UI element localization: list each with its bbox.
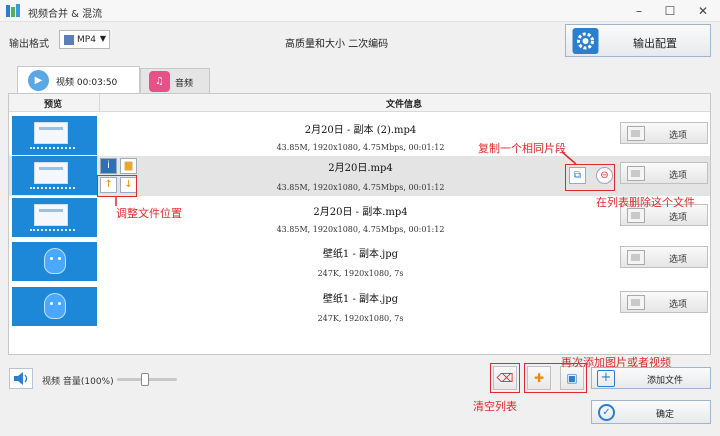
options-icon xyxy=(627,295,645,310)
options-button[interactable]: 选项 xyxy=(620,291,708,313)
options-label: 选项 xyxy=(669,300,688,310)
arrow-icon xyxy=(561,151,577,165)
column-header-file-info: 文件信息 xyxy=(386,100,423,110)
format-icon xyxy=(64,35,74,45)
quality-text: 高质量和大小 二次编码 xyxy=(285,39,389,50)
minimize-button[interactable]: – xyxy=(630,3,648,19)
output-config-button[interactable]: 输出配置 xyxy=(565,24,711,57)
window-title: 视频合并 & 混流 xyxy=(28,9,103,20)
move-buttons-highlight xyxy=(97,175,137,197)
options-label: 选项 xyxy=(669,171,688,181)
chevron-down-icon: ▼ xyxy=(99,34,106,43)
table-row[interactable]: 壁纸1 - 副本.jpg 247K, 1920x1080, 7s 选项 xyxy=(9,242,710,282)
file-info: 43.85M, 1920x1080, 4.75Mbps, 00:01:12 xyxy=(276,143,445,152)
info-icon[interactable]: i xyxy=(100,158,117,174)
music-icon: ♫ xyxy=(149,71,170,92)
file-name: 壁纸1 - 副本.jpg xyxy=(322,294,399,305)
title-bar: 视频合并 & 混流 – ☐ ✕ xyxy=(0,0,720,22)
gear-icon xyxy=(572,28,599,54)
annotation-duplicate: 复制一个相同片段 xyxy=(478,142,566,155)
maximize-button[interactable]: ☐ xyxy=(661,3,679,19)
file-name: 2月20日 - 副本 (2).mp4 xyxy=(304,125,417,136)
app-logo-icon xyxy=(6,4,20,17)
file-info: 247K, 1920x1080, 7s xyxy=(317,269,404,278)
folder-icon[interactable]: ▆ xyxy=(120,158,137,174)
table-header: 预览 文件信息 xyxy=(9,94,710,112)
add-file-button[interactable]: + 添加文件 xyxy=(591,367,711,389)
output-format-value: MP4 xyxy=(77,35,96,45)
confirm-label: 确定 xyxy=(656,410,675,420)
file-info: 43.85M, 1920x1080, 4.75Mbps, 00:01:12 xyxy=(276,225,445,234)
options-label: 选项 xyxy=(669,255,688,265)
check-icon: ✓ xyxy=(598,404,615,421)
options-label: 选项 xyxy=(669,213,688,223)
header-divider xyxy=(99,94,100,112)
close-button[interactable]: ✕ xyxy=(694,3,712,19)
tab-audio-label: 音频 xyxy=(175,79,194,89)
output-format-label: 输出格式 xyxy=(9,39,49,50)
annotation-clear: 清空列表 xyxy=(473,400,517,413)
tab-audio[interactable]: ♫ 音频 xyxy=(140,68,210,94)
add-file-icon: + xyxy=(597,370,615,387)
file-info: 247K, 1920x1080, 7s xyxy=(317,314,404,323)
options-icon xyxy=(627,126,645,141)
file-name: 壁纸1 - 副本.jpg xyxy=(322,249,399,260)
options-label: 选项 xyxy=(669,131,688,141)
add-file-label: 添加文件 xyxy=(647,376,684,386)
speaker-icon[interactable] xyxy=(9,368,33,389)
options-icon xyxy=(627,250,645,265)
annotation-remove: 在列表删除这个文件 xyxy=(596,196,695,209)
volume-label: 视频 音量(100%) xyxy=(42,377,114,387)
options-button[interactable]: 选项 xyxy=(620,246,708,268)
volume-slider-handle[interactable] xyxy=(141,373,149,386)
options-button[interactable]: 选项 xyxy=(620,122,708,144)
options-icon xyxy=(627,166,645,181)
row-action-highlight xyxy=(565,164,615,191)
options-button[interactable]: 选项 xyxy=(620,162,708,184)
output-config-label: 输出配置 xyxy=(633,37,677,50)
table-row[interactable]: 壁纸1 - 副本.jpg 247K, 1920x1080, 7s 选项 xyxy=(9,287,710,327)
file-list-panel: 预览 文件信息 2月20日 - 副本 (2).mp4 43.85M, 1920x… xyxy=(8,93,711,355)
confirm-button[interactable]: ✓ 确定 xyxy=(591,400,711,424)
column-header-preview: 预览 xyxy=(44,100,63,110)
tab-video-label: 视频 00:03:50 xyxy=(56,78,118,88)
clear-list-highlight xyxy=(490,363,520,393)
tab-video[interactable]: ▶ 视频 00:03:50 xyxy=(17,66,140,94)
options-icon xyxy=(627,208,645,223)
annotation-move: 调整文件位置 xyxy=(116,207,182,220)
table-row[interactable]: 2月20日 - 副本 (2).mp4 43.85M, 1920x1080, 4.… xyxy=(9,116,710,156)
output-format-select[interactable]: MP4 ▼ xyxy=(59,30,110,49)
play-icon: ▶ xyxy=(28,70,49,91)
